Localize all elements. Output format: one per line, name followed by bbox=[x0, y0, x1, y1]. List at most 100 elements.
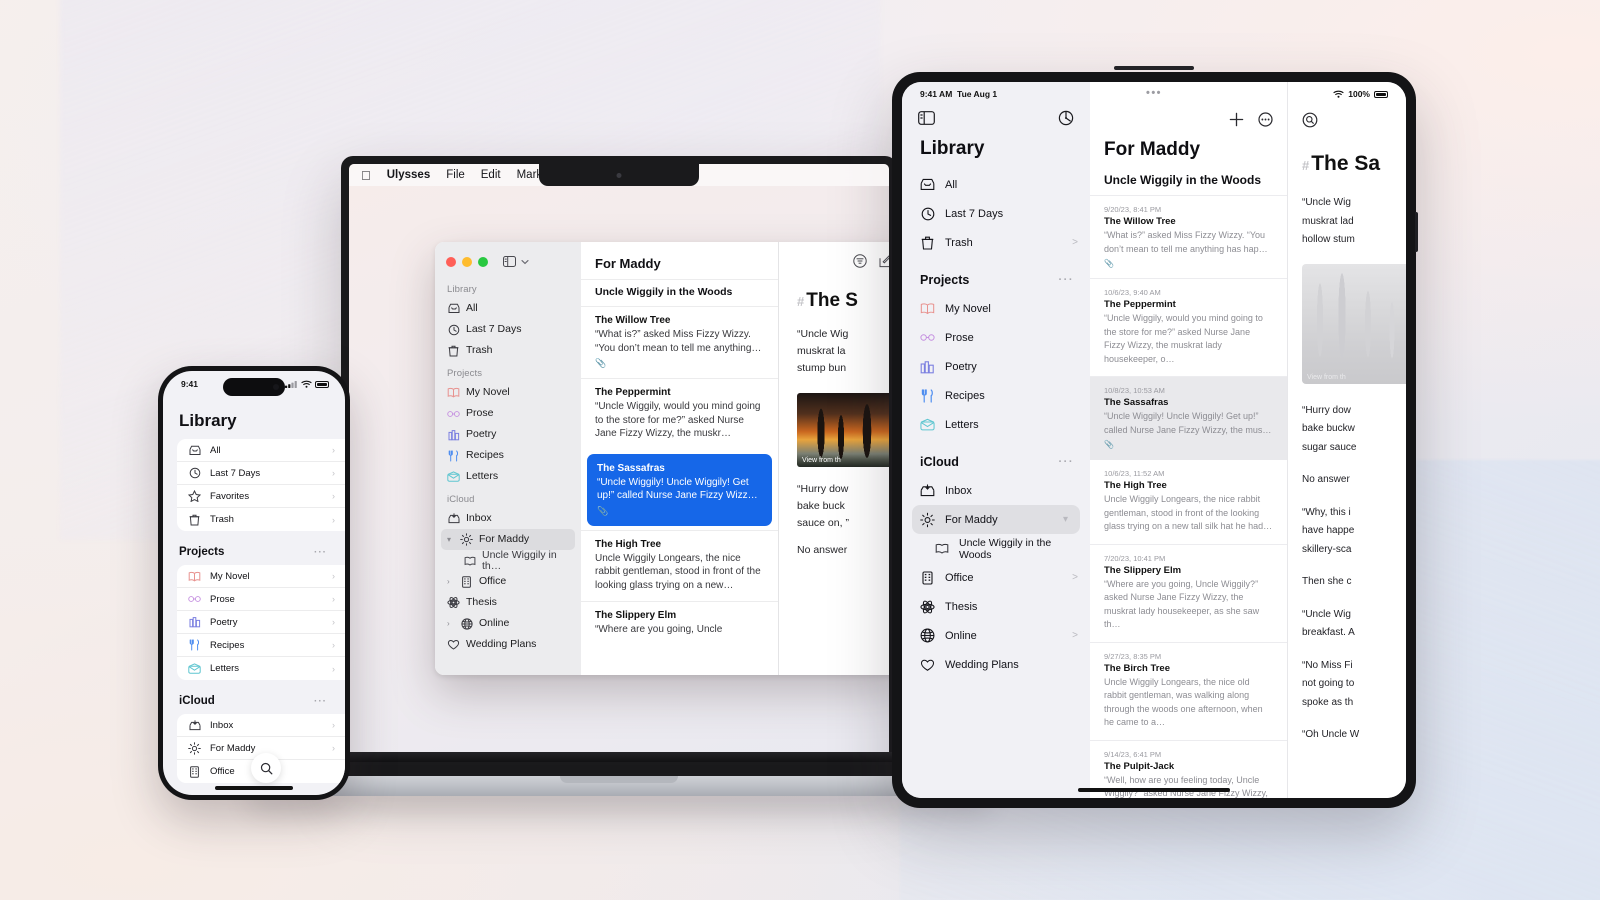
list-item-recipes[interactable]: Recipes › bbox=[177, 634, 345, 657]
star-icon bbox=[188, 490, 201, 503]
chevron-down-icon[interactable]: ▾ bbox=[1063, 514, 1068, 525]
list-item-inbox[interactable]: Inbox › bbox=[177, 714, 345, 737]
sidebar-item-letters[interactable]: Letters bbox=[435, 466, 581, 487]
section-more-icon[interactable]: ··· bbox=[314, 547, 327, 558]
window-controls[interactable] bbox=[435, 248, 581, 277]
list-item-selected[interactable]: The Sassafras “Uncle Wiggily! Uncle Wigg… bbox=[587, 453, 772, 526]
sidebar-item-label: For Maddy bbox=[479, 533, 530, 546]
chevron-right-icon: › bbox=[332, 468, 335, 478]
sidebar-item-letters[interactable]: Letters bbox=[902, 410, 1090, 439]
sidebar-item-online[interactable]: › Online bbox=[435, 613, 581, 634]
sidebar-item-for-maddy[interactable]: ▾ For Maddy bbox=[441, 529, 575, 550]
search-circle-icon[interactable] bbox=[1302, 112, 1406, 128]
list-item-last-7-days[interactable]: Last 7 Days › bbox=[177, 462, 345, 485]
menu-item-file[interactable]: File bbox=[446, 169, 465, 181]
ipad-camera-icon bbox=[1114, 66, 1194, 70]
sidebar-item-poetry[interactable]: Poetry bbox=[902, 352, 1090, 381]
list-item[interactable]: 9/27/23, 8:35 PM The Birch Tree Uncle Wi… bbox=[1090, 643, 1287, 741]
sidebar-item-online[interactable]: Online > bbox=[902, 621, 1090, 650]
sidebar-item-all[interactable]: All bbox=[902, 170, 1090, 199]
filter-icon[interactable] bbox=[853, 254, 867, 268]
sidebar-item-uncle-wiggily[interactable]: Uncle Wiggily in th… bbox=[435, 550, 581, 571]
sidebar-item-prose[interactable]: Prose bbox=[902, 323, 1090, 352]
close-button[interactable] bbox=[446, 256, 456, 267]
disclosure-chevron-icon[interactable]: ▾ bbox=[447, 535, 454, 544]
list-item[interactable]: 10/6/23, 9:40 AM The Peppermint “Uncle W… bbox=[1090, 279, 1287, 377]
list-item[interactable]: The Peppermint “Uncle Wiggily, would you… bbox=[581, 378, 778, 450]
section-more-icon[interactable]: ··· bbox=[314, 696, 327, 707]
list-item[interactable]: 9/20/23, 8:41 PM The Willow Tree “What i… bbox=[1090, 196, 1287, 279]
sidebar-item-prose[interactable]: Prose bbox=[435, 403, 581, 424]
ipad-editor[interactable]: #The Sa “Uncle Wig muskrat lad hollow st… bbox=[1288, 82, 1406, 798]
list-item[interactable]: The High Tree Uncle Wiggily Longears, th… bbox=[581, 529, 778, 602]
sidebar-item-for-maddy[interactable]: For Maddy ▾ bbox=[912, 505, 1080, 534]
note-preview: “Where are you going, Uncle bbox=[595, 624, 723, 635]
settings-gear-icon[interactable] bbox=[1058, 110, 1074, 126]
sidebar-toggle-icon[interactable] bbox=[918, 111, 935, 125]
sidebar-item-trash[interactable]: Trash > bbox=[902, 228, 1090, 257]
sidebar-item-recipes[interactable]: Recipes bbox=[902, 381, 1090, 410]
chevron-down-icon[interactable] bbox=[521, 259, 529, 265]
trash-icon bbox=[920, 235, 935, 250]
sidebar-item-my-novel[interactable]: My Novel bbox=[902, 294, 1090, 323]
sidebar-item-last-7-days[interactable]: Last 7 Days bbox=[435, 319, 581, 340]
plus-icon[interactable] bbox=[1229, 112, 1244, 127]
sidebar-item-thesis[interactable]: Thesis bbox=[435, 592, 581, 613]
note-preview: “What is?” asked Miss Fizzy Wizzy. “You … bbox=[1104, 230, 1268, 254]
list-item[interactable]: The Slippery Elm “Where are you going, U… bbox=[581, 601, 778, 646]
glasses-icon bbox=[447, 407, 460, 420]
apple-icon[interactable]:  bbox=[361, 169, 371, 182]
menu-item-edit[interactable]: Edit bbox=[481, 169, 501, 181]
disclosure-chevron-icon[interactable]: › bbox=[447, 577, 454, 586]
zoom-button[interactable] bbox=[478, 256, 488, 267]
sidebar-item-my-novel[interactable]: My Novel bbox=[435, 382, 581, 403]
sun-icon bbox=[460, 533, 473, 546]
search-button[interactable] bbox=[251, 753, 281, 783]
sidebar-item-wedding-plans[interactable]: Wedding Plans bbox=[902, 650, 1090, 679]
list-item-poetry[interactable]: Poetry › bbox=[177, 611, 345, 634]
ellipsis-circle-icon[interactable] bbox=[1258, 112, 1273, 127]
minimize-button[interactable] bbox=[462, 256, 472, 267]
ipad-list-title: For Maddy bbox=[1104, 139, 1201, 160]
list-item-trash[interactable]: Trash › bbox=[177, 508, 345, 531]
menu-item-ulysses[interactable]: Ulysses bbox=[387, 169, 430, 181]
mac-editor[interactable]: # The S “Uncle Wig muskrat la stump bun V… bbox=[779, 242, 889, 675]
list-item-favorites[interactable]: Favorites › bbox=[177, 485, 345, 508]
sidebar-item-poetry[interactable]: Poetry bbox=[435, 424, 581, 445]
ipad-editor-toolbar[interactable] bbox=[1288, 104, 1406, 128]
sidebar-item-uncle-wiggily[interactable]: Uncle Wiggily in the Woods bbox=[902, 534, 1090, 563]
ipad-sidebar-toolbar[interactable] bbox=[902, 104, 1090, 126]
ipad-side-button[interactable] bbox=[1415, 212, 1418, 252]
list-item[interactable]: 7/20/23, 10:41 PM The Slippery Elm “Wher… bbox=[1090, 545, 1287, 643]
note-preview: “Well, how are you feeling today, Uncle … bbox=[1104, 774, 1268, 799]
list-item-selected[interactable]: 10/8/23, 10:53 AM The Sassafras “Uncle W… bbox=[1090, 377, 1287, 460]
mac-editor-toolbar[interactable] bbox=[779, 242, 889, 268]
sidebar-item-trash[interactable]: Trash bbox=[435, 340, 581, 361]
list-item-my-novel[interactable]: My Novel › bbox=[177, 565, 345, 588]
sidebar-item-office[interactable]: › Office bbox=[435, 571, 581, 592]
sidebar-item-inbox[interactable]: Inbox bbox=[435, 508, 581, 529]
list-item[interactable]: 10/6/23, 11:52 AM The High Tree Uncle Wi… bbox=[1090, 460, 1287, 545]
list-item[interactable]: The Willow Tree “What is?” asked Miss Fi… bbox=[581, 306, 778, 378]
ipad-list-toolbar[interactable] bbox=[1090, 104, 1287, 127]
sidebar-toggle-icon[interactable] bbox=[503, 256, 516, 267]
sidebar-item-thesis[interactable]: Thesis bbox=[902, 592, 1090, 621]
ipad-editor-image: View from th bbox=[1302, 263, 1406, 384]
compose-icon[interactable] bbox=[879, 254, 889, 268]
sidebar-item-recipes[interactable]: Recipes bbox=[435, 445, 581, 466]
sidebar-item-all[interactable]: All bbox=[435, 298, 581, 319]
iphone-body: 9:41 Library All › Last 7 Days › Favorit… bbox=[158, 366, 350, 800]
section-more-icon[interactable]: ··· bbox=[1059, 274, 1075, 286]
sidebar-item-wedding-plans[interactable]: Wedding Plans bbox=[435, 634, 581, 655]
list-item-all[interactable]: All › bbox=[177, 439, 345, 462]
sidebar-item-inbox[interactable]: Inbox bbox=[902, 476, 1090, 505]
note-title: The Peppermint bbox=[595, 387, 671, 398]
list-item-letters[interactable]: Letters › bbox=[177, 657, 345, 680]
section-more-icon[interactable]: ··· bbox=[1059, 456, 1075, 468]
sidebar-item-office[interactable]: Office > bbox=[902, 563, 1090, 592]
sidebar-item-last-7-days[interactable]: Last 7 Days bbox=[902, 199, 1090, 228]
list-item-prose[interactable]: Prose › bbox=[177, 588, 345, 611]
mac-list-subtitle: Uncle Wiggily in the Woods bbox=[581, 279, 778, 306]
disclosure-chevron-icon[interactable]: › bbox=[447, 619, 454, 628]
background-stage:  Ulysses File Edit Markup View Window H… bbox=[0, 0, 1600, 900]
